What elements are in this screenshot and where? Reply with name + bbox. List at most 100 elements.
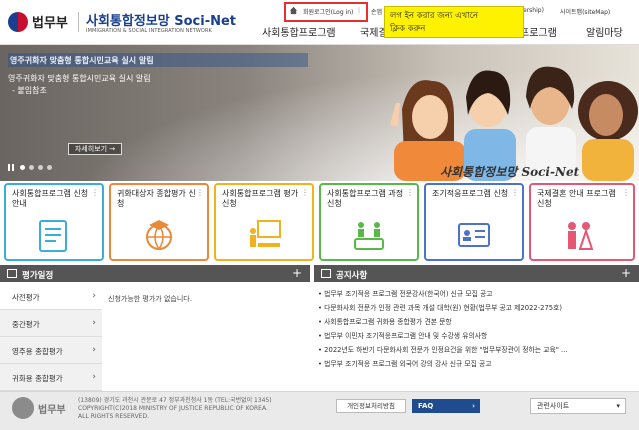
- footer-address: (13809) 경기도 과천시 관문로 47 정부과천청사 1동 (TEL:국번…: [78, 397, 318, 421]
- nav-social-integration[interactable]: 사회통합프로그램: [262, 24, 336, 39]
- banner-headline[interactable]: 영주귀화자 맞춤형 통합시민교육 실시 알림: [10, 55, 154, 66]
- card-more-icon[interactable]: ⋮: [91, 188, 99, 197]
- schedule-tabs: 사전평가 › 중간평가 › 영주용 종합평가 › 귀화용 종합평가 ›: [0, 283, 102, 391]
- card-course-application[interactable]: 사회통합프로그램 과정신청 ⋮: [319, 183, 419, 261]
- chevron-right-icon: ›: [92, 291, 96, 301]
- document-guide-icon: [39, 220, 67, 252]
- slide-dot[interactable]: [20, 165, 25, 170]
- notice-item-text: 법무부 조기적응 프로그램 전문강사(한국어) 신규 모집 공고: [324, 290, 493, 298]
- schedule-tab-mid-evaluation[interactable]: 중간평가 ›: [0, 310, 102, 337]
- notice-item[interactable]: • 2022년도 하반기 다문화사회 전문가 인정요건을 위한 "법무부장관이 …: [318, 344, 568, 354]
- card-international-marriage[interactable]: 국제결혼 안내 프로그램 신청 ⋮: [529, 183, 635, 261]
- schedule-tab-permanent-residence[interactable]: 영주용 종합평가 ›: [0, 337, 102, 364]
- site-title[interactable]: 사회통합정보망 Soci-Net: [86, 10, 236, 29]
- main-banner: 영주귀화자 맞춤형 통합시민교육 실시 알림 영주귀화자 맞춤형 통합시민교육 …: [0, 45, 639, 181]
- slide-dot[interactable]: [29, 165, 34, 170]
- pause-icon[interactable]: [8, 164, 14, 171]
- chevron-right-icon: ›: [92, 345, 96, 355]
- card-title: 사회통합프로그램 과정신청: [327, 189, 404, 208]
- util-link-partial[interactable]: 손앱: [371, 7, 382, 16]
- notice-panel-header: 공지사항 +: [314, 265, 639, 282]
- ministry-emblem-icon[interactable]: [8, 12, 28, 32]
- notice-item-text: 사회통합프로그램 귀화용 종합평가 견본 문항: [324, 318, 452, 326]
- card-program-evaluation[interactable]: 사회통합프로그램 평가신청 ⋮: [214, 183, 314, 261]
- nav-program[interactable]: 프로그램: [520, 24, 557, 39]
- footer-copyright-line: COPYRIGHT(C)2018 MINISTRY OF JUSTICE REP…: [78, 405, 268, 412]
- footer-brand: 법무부: [38, 405, 66, 416]
- notice-panel-title: 공지사항: [336, 271, 368, 281]
- id-card-icon: [458, 223, 490, 247]
- banner-brand-script: 사회통합정보망 Soci-Net: [440, 165, 580, 179]
- notice-item[interactable]: • 법무부 조기적응 프로그램 전문강사(한국어) 신규 모집 공고: [318, 288, 493, 298]
- schedule-more-plus-icon[interactable]: +: [292, 266, 302, 280]
- privacy-policy-button[interactable]: 개인정보처리방침: [336, 399, 406, 413]
- card-more-icon[interactable]: ⋮: [196, 188, 204, 197]
- chevron-down-icon: ▾: [616, 402, 620, 410]
- footer-emblem-icon: [12, 397, 34, 419]
- card-title: 귀화대상자 종합평가 신청: [117, 189, 196, 208]
- banner-more-button[interactable]: 자세히보기 →: [68, 143, 122, 155]
- schedule-tab-pre-evaluation[interactable]: 사전평가 ›: [0, 283, 102, 310]
- schedule-empty-message: 신청가능한 평가가 없습니다.: [108, 295, 192, 303]
- chevron-right-icon: ›: [92, 318, 96, 328]
- slide-dot[interactable]: [47, 165, 52, 170]
- util-separator: |: [358, 7, 361, 14]
- banner-body-line2: - 붙임참조: [12, 86, 47, 95]
- related-sites-select[interactable]: 관련사이트 ▾: [530, 398, 626, 414]
- presentation-board-icon: [250, 220, 281, 247]
- login-hint-tooltip: লগ ইন করার জন্য এখানে ক্লিক করুন: [384, 6, 524, 38]
- card-early-adaptation[interactable]: 조기적응프로그램 신청 ⋮: [424, 183, 524, 261]
- faq-label: FAQ: [418, 402, 434, 410]
- login-link[interactable]: 회원로그인(Log in): [303, 7, 353, 16]
- tooltip-line2: ক্লিক করুন: [390, 24, 426, 34]
- card-more-icon[interactable]: ⋮: [511, 188, 519, 197]
- home-icon[interactable]: [289, 6, 298, 15]
- notice-item[interactable]: • 다문화사회 전문가 인정 관련 과목 개설 대학(원) 현황(법무부 공고 …: [318, 302, 562, 312]
- notice-more-plus-icon[interactable]: +: [621, 266, 631, 280]
- notice-item[interactable]: • 사회통합프로그램 귀화용 종합평가 견본 문항: [318, 316, 452, 326]
- footer-rights-line: ALL RIGHTS RESERVED.: [78, 413, 150, 420]
- card-more-icon[interactable]: ⋮: [622, 188, 630, 197]
- card-title: 국제결혼 안내 프로그램 신청: [537, 189, 616, 208]
- notice-item-text: 법무부 조기적응 프로그램 외국어 강의 강사 신규 모집 공고: [324, 360, 492, 368]
- tab-label: 영주용 종합평가: [12, 347, 63, 356]
- footer-address-line: (13809) 경기도 과천시 관문로 47 정부과천청사 1동 (TEL:국번…: [78, 397, 272, 404]
- ministry-name[interactable]: 법무부: [32, 12, 68, 31]
- notice-item-text: 법무부 이민자 조기적응프로그램 안내 및 수강생 유의사항: [324, 332, 488, 340]
- tooltip-line1: লগ ইন করার জন্য এখানে: [390, 11, 479, 21]
- util-link-partnership[interactable]: ership): [523, 7, 544, 14]
- card-more-icon[interactable]: ⋮: [301, 188, 309, 197]
- banner-body-line1: 영주귀화자 맞춤형 통합시민교육 실시 알림: [8, 74, 151, 83]
- site-subtitle: IMMIGRATION & SOCIAL INTEGRATION NETWORK: [86, 28, 212, 34]
- card-title: 조기적응프로그램 신청: [432, 189, 509, 198]
- chevron-right-icon: ›: [472, 402, 475, 410]
- card-more-icon[interactable]: ⋮: [406, 188, 414, 197]
- notice-board-icon: [321, 269, 331, 278]
- schedule-panel-header: 평가일정 +: [0, 265, 310, 282]
- calendar-icon: [7, 269, 17, 278]
- graduation-globe-icon: [146, 220, 172, 251]
- notice-item-text: 다문화사회 전문가 인정 관련 과목 개설 대학(원) 현황(법무부 공고 제2…: [324, 304, 563, 312]
- sitemap-link[interactable]: 사이트맵(siteMap): [560, 7, 610, 16]
- slide-dot[interactable]: [38, 165, 43, 170]
- nav-notice-board[interactable]: 알림마당: [586, 24, 623, 39]
- schedule-panel-title: 평가일정: [22, 271, 54, 281]
- schedule-tab-naturalization[interactable]: 귀화용 종합평가 ›: [0, 364, 102, 391]
- wedding-couple-icon: [568, 222, 594, 250]
- tab-label: 사전평가: [12, 293, 40, 302]
- notice-item-text: 2022년도 하반기 다문화사회 전문가 인정요건을 위한 "법무부장관이 정하…: [324, 346, 568, 354]
- card-naturalization-evaluation[interactable]: 귀화대상자 종합평가 신청 ⋮: [109, 183, 209, 261]
- notice-item[interactable]: • 법무부 이민자 조기적응프로그램 안내 및 수강생 유의사항: [318, 330, 487, 340]
- faq-button[interactable]: FAQ ›: [412, 399, 480, 413]
- related-sites-label: 관련사이트: [537, 402, 570, 410]
- banner-people-illustration: [390, 66, 638, 181]
- card-title: 사회통합프로그램 신청안내: [12, 189, 89, 208]
- notice-item[interactable]: • 법무부 조기적응 프로그램 외국어 강의 강사 신규 모집 공고: [318, 358, 492, 368]
- tab-label: 귀화용 종합평가: [12, 374, 63, 383]
- card-title: 사회통합프로그램 평가신청: [222, 189, 299, 208]
- logo-divider: [78, 12, 79, 32]
- card-application-guide[interactable]: 사회통합프로그램 신청안내 ⋮: [4, 183, 104, 261]
- tab-label: 중간평가: [12, 320, 40, 329]
- course-people-icon: [354, 222, 384, 250]
- chevron-right-icon: ›: [92, 372, 96, 382]
